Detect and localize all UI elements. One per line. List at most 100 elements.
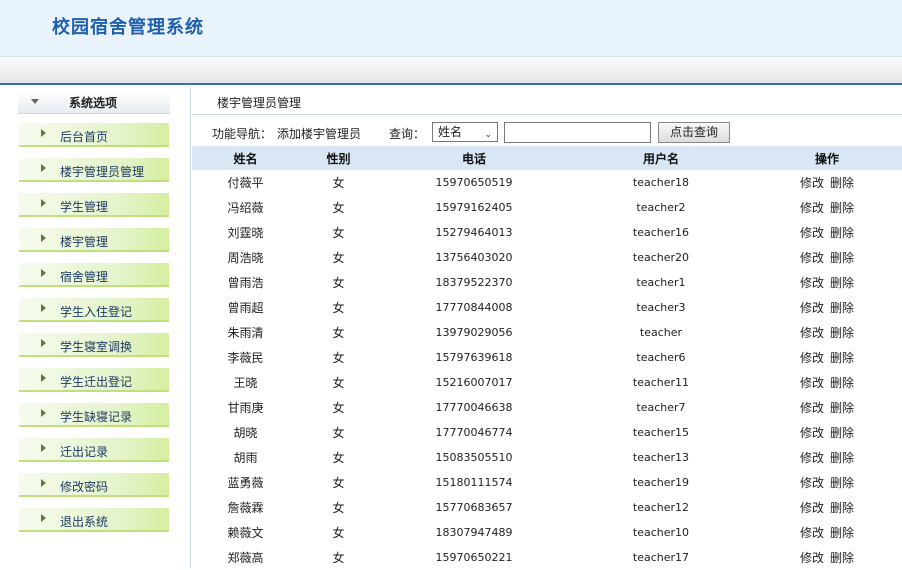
arrow-right-icon (41, 374, 46, 382)
edit-link[interactable]: 修改 (800, 326, 824, 340)
main-content: 楼宇管理员管理 功能导航： 添加楼宇管理员 查询： 姓名 ⌄ 点击查询 姓名 性… (192, 87, 902, 568)
cell-actions: 修改 删除 (752, 270, 902, 295)
cell-gender: 女 (332, 501, 345, 515)
edit-link[interactable]: 修改 (800, 501, 824, 515)
edit-link[interactable]: 修改 (800, 426, 824, 440)
delete-link[interactable]: 删除 (830, 426, 854, 440)
arrow-right-icon (41, 234, 46, 242)
table-row: 甘雨庚 女 17770046638 teacher7 修改 删除 (192, 395, 902, 420)
cell-phone: 15279464013 (435, 226, 513, 239)
delete-link[interactable]: 删除 (830, 201, 854, 215)
column-header-phone: 电话 (378, 146, 570, 170)
sidebar-item[interactable]: 退出系统 (19, 508, 169, 532)
sidebar-item[interactable]: 宿舍管理 (19, 263, 169, 287)
table-row: 周浩晓 女 13756403020 teacher20 修改 删除 (192, 245, 902, 270)
edit-link[interactable]: 修改 (800, 526, 824, 540)
cell-actions: 修改 删除 (752, 495, 902, 520)
sidebar-item[interactable]: 后台首页 (19, 123, 169, 147)
cell-phone: 15216007017 (435, 376, 513, 389)
delete-link[interactable]: 删除 (830, 551, 854, 565)
edit-link[interactable]: 修改 (800, 176, 824, 190)
sidebar-header[interactable]: 系统选项 (18, 90, 170, 114)
cell-gender: 女 (332, 201, 345, 215)
delete-link[interactable]: 删除 (830, 301, 854, 315)
delete-link[interactable]: 删除 (830, 176, 854, 190)
add-manager-link[interactable]: 添加楼宇管理员 (277, 125, 361, 142)
sidebar-item[interactable]: 楼宇管理 (19, 228, 169, 252)
edit-link[interactable]: 修改 (800, 226, 824, 240)
sidebar-item[interactable]: 学生入住登记 (19, 298, 169, 322)
table-row: 李薇民 女 15797639618 teacher6 修改 删除 (192, 345, 902, 370)
cell-phone: 17770046774 (435, 426, 513, 439)
delete-link[interactable]: 删除 (830, 526, 854, 540)
edit-link[interactable]: 修改 (800, 301, 824, 315)
search-input[interactable] (504, 122, 651, 143)
table-row: 曾雨浩 女 18379522370 teacher1 修改 删除 (192, 270, 902, 295)
edit-link[interactable]: 修改 (800, 551, 824, 565)
edit-link[interactable]: 修改 (800, 451, 824, 465)
sidebar-item[interactable]: 学生管理 (19, 193, 169, 217)
edit-link[interactable]: 修改 (800, 251, 824, 265)
arrow-right-icon (41, 479, 46, 487)
sidebar-item[interactable]: 修改密码 (19, 473, 169, 497)
app-header: 校园宿舍管理系统 (0, 0, 902, 57)
delete-link[interactable]: 删除 (830, 251, 854, 265)
table-row: 冯绍薇 女 15979162405 teacher2 修改 删除 (192, 195, 902, 220)
cell-name: 付薇平 (227, 176, 264, 190)
edit-link[interactable]: 修改 (800, 351, 824, 365)
edit-link[interactable]: 修改 (800, 276, 824, 290)
cell-gender: 女 (332, 451, 345, 465)
cell-phone: 15970650519 (435, 176, 513, 189)
cell-actions: 修改 删除 (752, 545, 902, 570)
cell-gender: 女 (332, 326, 345, 340)
cell-gender: 女 (332, 251, 345, 265)
query-field-select[interactable]: 姓名 ⌄ (432, 122, 498, 142)
edit-link[interactable]: 修改 (800, 376, 824, 390)
delete-link[interactable]: 删除 (830, 376, 854, 390)
cell-gender: 女 (332, 226, 345, 240)
edit-link[interactable]: 修改 (800, 201, 824, 215)
sidebar-item-label: 学生管理 (60, 200, 109, 214)
arrow-right-icon (41, 409, 46, 417)
cell-username: teacher16 (632, 226, 690, 239)
sidebar-item[interactable]: 学生迁出登记 (19, 368, 169, 392)
sidebar-item[interactable]: 迁出记录 (19, 438, 169, 462)
delete-link[interactable]: 删除 (830, 276, 854, 290)
delete-link[interactable]: 删除 (830, 401, 854, 415)
cell-username: teacher6 (636, 351, 686, 364)
column-header-name: 姓名 (192, 146, 299, 170)
cell-actions: 修改 删除 (752, 170, 902, 195)
cell-actions: 修改 删除 (752, 295, 902, 320)
delete-link[interactable]: 删除 (830, 226, 854, 240)
sidebar-item[interactable]: 楼宇管理员管理 (19, 158, 169, 182)
arrow-right-icon (41, 339, 46, 347)
sidebar-item-label: 退出系统 (60, 515, 109, 529)
cell-username: teacher12 (632, 501, 690, 514)
delete-link[interactable]: 删除 (830, 476, 854, 490)
search-button[interactable]: 点击查询 (658, 122, 730, 143)
cell-name: 蓝勇薇 (227, 476, 264, 490)
sidebar-item[interactable]: 学生缺寝记录 (19, 403, 169, 427)
edit-link[interactable]: 修改 (800, 476, 824, 490)
edit-link[interactable]: 修改 (800, 401, 824, 415)
cell-actions: 修改 删除 (752, 220, 902, 245)
cell-name: 赖薇文 (227, 526, 264, 540)
table-row: 郑薇高 女 15970650221 teacher17 修改 删除 (192, 545, 902, 570)
cell-actions: 修改 删除 (752, 520, 902, 545)
cell-username: teacher11 (632, 376, 690, 389)
cell-phone: 17770844008 (435, 301, 513, 314)
cell-actions: 修改 删除 (752, 370, 902, 395)
cell-name: 郑薇高 (227, 551, 264, 565)
delete-link[interactable]: 删除 (830, 451, 854, 465)
cell-name: 冯绍薇 (227, 201, 264, 215)
sidebar-item[interactable]: 学生寝室调换 (19, 333, 169, 357)
cell-username: teacher13 (632, 451, 690, 464)
query-field-value: 姓名 (438, 125, 463, 139)
cell-name: 王晓 (233, 376, 258, 390)
delete-link[interactable]: 删除 (830, 326, 854, 340)
cell-actions: 修改 删除 (752, 420, 902, 445)
delete-link[interactable]: 删除 (830, 501, 854, 515)
cell-username: teacher (639, 326, 683, 339)
delete-link[interactable]: 删除 (830, 351, 854, 365)
cell-name: 詹薇霖 (227, 501, 264, 515)
